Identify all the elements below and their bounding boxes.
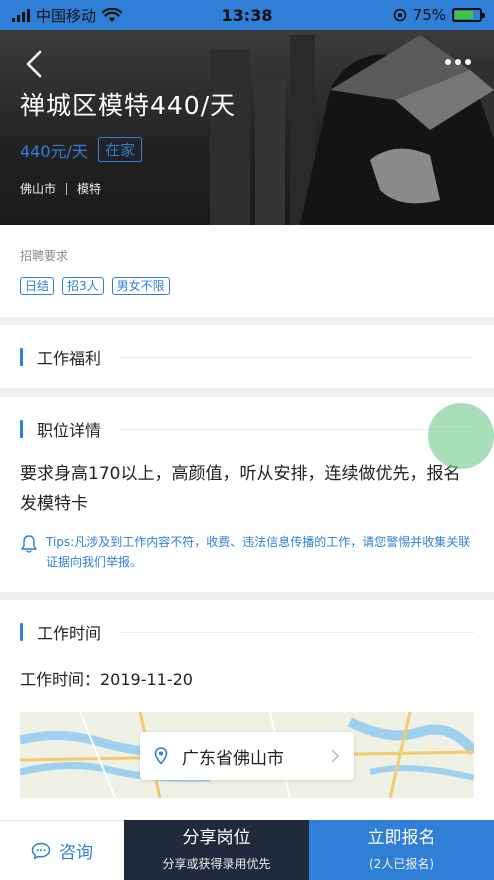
more-dots-icon[interactable]: [440, 50, 476, 74]
section-divider: [119, 428, 474, 430]
wifi-icon: [102, 7, 123, 22]
requirement-tags: 日结 招3人 男女不限: [20, 277, 170, 295]
consult-button[interactable]: 咨询: [0, 820, 124, 880]
detail-title: 职位详情: [37, 421, 102, 440]
battery-fill: [455, 11, 473, 19]
job-detail-section: 职位详情 要求身高170以上，高颜值，听从安排，连续做优先，报名发模特卡 Tip…: [0, 397, 494, 592]
section-divider: [119, 356, 474, 358]
carrier-name: 中国移动: [36, 6, 97, 25]
price-row: 440元/天 在家: [20, 137, 142, 162]
section-divider: [119, 631, 474, 633]
work-mode-tag: 在家: [97, 137, 142, 162]
job-title: 禅城区模特440/天: [20, 91, 237, 120]
consult-label: 咨询: [59, 843, 93, 863]
battery-icon: [452, 8, 485, 22]
city-label: 佛山市: [20, 182, 57, 196]
requirements-label: 招聘要求: [20, 249, 69, 263]
detail-heading: 职位详情: [20, 419, 474, 440]
requirements-card: 招聘要求 日结 招3人 男女不限: [0, 225, 494, 317]
share-label: 分享岗位: [182, 828, 251, 848]
back-chevron-icon[interactable]: [18, 46, 54, 82]
chevron-right-icon: [331, 749, 340, 763]
time-title: 工作时间: [37, 624, 102, 643]
requirement-tag: 男女不限: [111, 277, 170, 295]
welfare-heading: 工作福利: [20, 347, 474, 368]
tips-text: Tips:凡涉及到工作内容不符，收费、违法信息传播的工作，请您警惕并收集关联证据…: [46, 535, 471, 569]
job-description: 要求身高170以上，高颜值，听从安排，连续做优先，报名发模特卡: [20, 464, 461, 514]
section-accent-bar: [20, 420, 23, 438]
work-time-section: 工作时间 工作时间：2019-11-20 广东省佛山市: [0, 600, 494, 820]
section-accent-bar: [20, 623, 23, 641]
section-accent-bar: [20, 348, 23, 366]
status-bar: 中国移动 13:38 75%: [0, 0, 494, 30]
status-right: 75%: [393, 6, 485, 24]
welfare-title: 工作福利: [37, 349, 102, 368]
battery-percent: 75%: [412, 6, 446, 24]
requirement-tag: 招3人: [62, 277, 104, 295]
apply-label: 立即报名: [367, 828, 436, 848]
share-subtext: 分享或获得录用优先: [162, 857, 271, 871]
chat-bubble-icon: [31, 842, 51, 860]
location-pin-icon: [154, 747, 168, 765]
location-divider: [66, 182, 68, 195]
welfare-section: 工作福利: [0, 325, 494, 388]
signal-icon: [12, 8, 30, 22]
location-row: 佛山市 模特: [20, 180, 101, 197]
category-label: 模特: [77, 182, 102, 196]
safety-tips: Tips:凡涉及到工作内容不符，收费、违法信息传播的工作，请您警惕并收集关联证据…: [20, 532, 476, 572]
apply-count: (2人已报名): [369, 857, 434, 871]
share-job-button[interactable]: 分享岗位 分享或获得录用优先: [124, 820, 309, 880]
bell-icon: [21, 535, 37, 553]
orientation-lock-icon: [393, 8, 406, 22]
apply-now-button[interactable]: 立即报名 (2人已报名): [309, 820, 494, 880]
salary: 440元/天: [20, 141, 88, 161]
status-left: 中国移动: [12, 5, 123, 26]
location-map[interactable]: 广东省佛山市: [20, 712, 474, 798]
map-address-pill[interactable]: 广东省佛山市: [140, 732, 354, 780]
time-heading: 工作时间: [20, 622, 474, 643]
touch-indicator: [428, 403, 494, 469]
bottom-action-bar: 咨询 分享岗位 分享或获得录用优先 立即报名 (2人已报名): [0, 820, 494, 880]
requirement-tag: 日结: [20, 277, 55, 295]
map-address: 广东省佛山市: [182, 748, 284, 769]
work-date: 工作时间：2019-11-20: [20, 670, 193, 689]
job-header: 禅城区模特440/天 440元/天 在家 佛山市 模特: [0, 30, 494, 225]
